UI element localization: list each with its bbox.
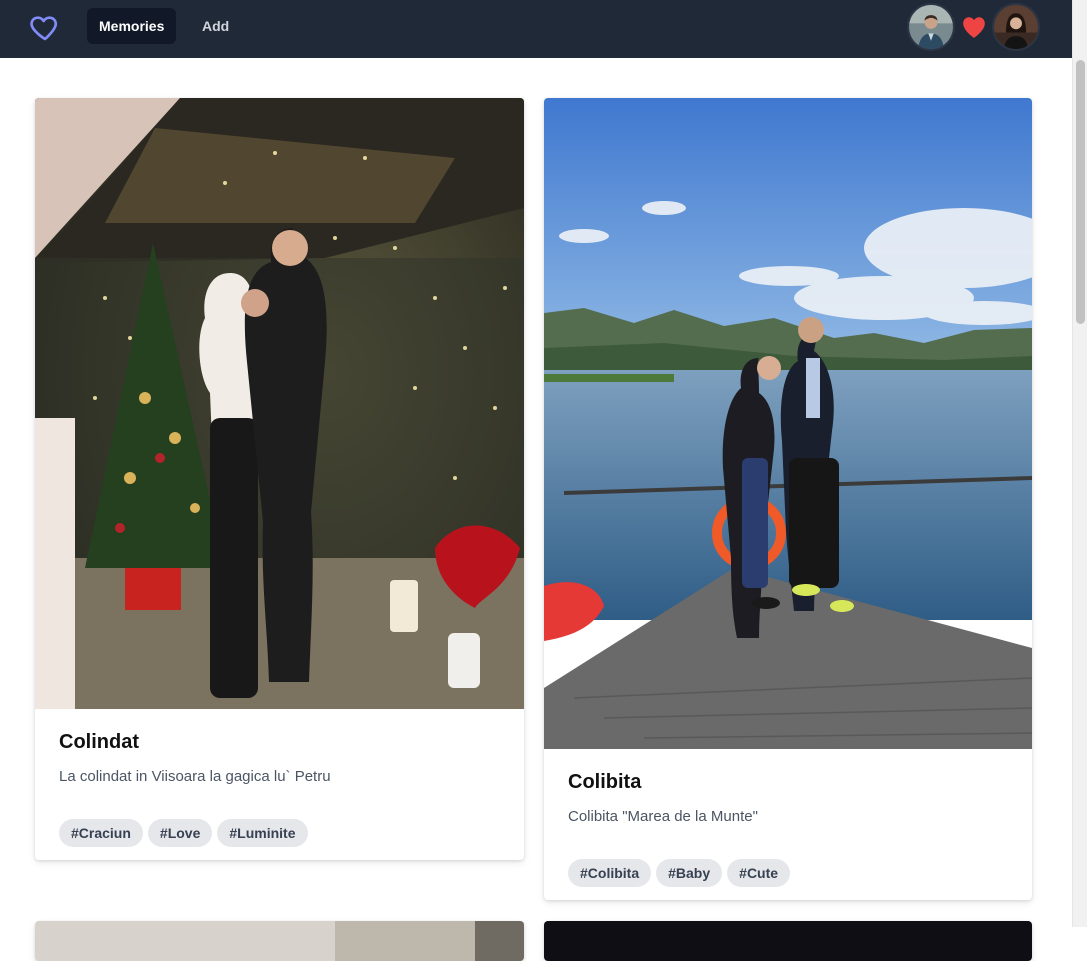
memory-photo bbox=[35, 921, 524, 961]
tag-chip[interactable]: #Craciun bbox=[59, 819, 143, 847]
page-scrollbar[interactable] bbox=[1072, 0, 1087, 927]
memory-card[interactable]: Colindat La colindat in Viisoara la gagi… bbox=[35, 98, 524, 860]
avatar-partner-one[interactable] bbox=[907, 3, 955, 51]
memory-card-partial[interactable] bbox=[35, 921, 524, 961]
heart-filled-icon bbox=[963, 17, 985, 38]
tag-chip[interactable]: #Baby bbox=[656, 859, 723, 887]
memory-photo bbox=[544, 98, 1032, 749]
memory-card[interactable]: Colibita Colibita "Marea de la Munte" #C… bbox=[544, 98, 1032, 900]
memory-photo bbox=[35, 98, 524, 709]
memory-title: Colibita bbox=[568, 771, 642, 793]
nav-link-memories[interactable]: Memories bbox=[87, 8, 177, 44]
memory-description: Colibita "Marea de la Munte" bbox=[568, 808, 758, 825]
tag-list: #Colibita #Baby #Cute bbox=[568, 859, 1008, 887]
scrollbar-thumb[interactable] bbox=[1076, 60, 1085, 324]
memory-card-partial[interactable] bbox=[544, 921, 1032, 961]
avatar-partner-two[interactable] bbox=[992, 3, 1040, 51]
tag-chip[interactable]: #Colibita bbox=[568, 859, 652, 887]
tag-chip[interactable]: #Cute bbox=[727, 859, 791, 887]
memory-title: Colindat bbox=[59, 731, 139, 753]
memory-description: La colindat in Viisoara la gagica lu` Pe… bbox=[59, 768, 331, 785]
tag-list: #Craciun #Love #Luminite bbox=[59, 819, 500, 847]
tag-chip[interactable]: #Love bbox=[147, 819, 213, 847]
tag-chip[interactable]: #Luminite bbox=[217, 819, 308, 847]
top-navbar: Memories Add bbox=[0, 0, 1072, 58]
memory-photo bbox=[544, 921, 1032, 961]
heart-logo-icon[interactable] bbox=[28, 11, 62, 43]
nav-link-add[interactable]: Add bbox=[190, 8, 241, 44]
